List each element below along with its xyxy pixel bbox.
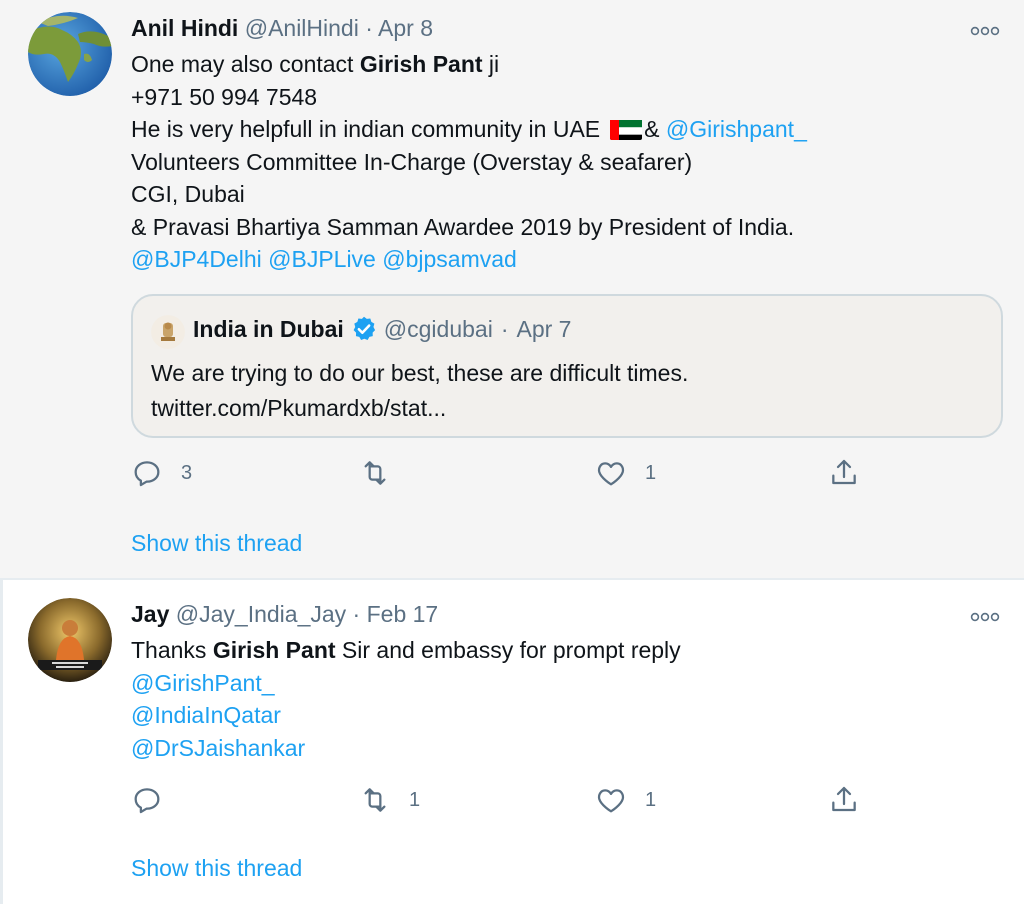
phone-number: +971 50 994 7548: [131, 83, 318, 110]
retweet-button[interactable]: [359, 453, 409, 493]
highlight-girish-pant: Girish Pant: [359, 51, 483, 77]
tweet-header: Jay @Jay_India_Jay · Feb 17: [131, 599, 438, 629]
more-dots-icon: [970, 612, 1000, 622]
mention-girishpant[interactable]: @Girishpant_: [666, 116, 807, 142]
verified-badge-icon: [350, 315, 378, 343]
tweet-actions: 3 1: [131, 453, 871, 493]
reply-button[interactable]: 3: [131, 453, 192, 493]
quote-author-name[interactable]: India in Dubai: [193, 314, 344, 344]
tweet-actions: 1 1: [131, 780, 871, 820]
tweet-date[interactable]: Feb 17: [367, 601, 439, 627]
text: Sir and embassy for prompt reply: [335, 637, 681, 663]
quote-link[interactable]: twitter.com/Pkumardxb/stat...: [151, 391, 688, 426]
quote-text: We are trying to do our best, these are …: [151, 360, 689, 386]
author-handle[interactable]: @AnilHindi: [245, 15, 359, 41]
tweet-body: Thanks Girish Pant Sir and embassy for p…: [131, 634, 681, 764]
tweet-line: He is very helpfull in indian community …: [131, 113, 807, 146]
more-button[interactable]: [970, 610, 1000, 622]
author-name[interactable]: Anil Hindi: [131, 15, 238, 41]
mention-drsjaishankar[interactable]: @DrSJaishankar: [131, 732, 681, 765]
retweet-icon: [364, 461, 386, 485]
quote-body: We are trying to do our best, these are …: [151, 356, 688, 426]
mention-bjpsamvad[interactable]: @bjpsamvad: [382, 246, 517, 272]
quote-date[interactable]: Apr 7: [516, 314, 571, 344]
share-icon: [832, 786, 856, 812]
mention-indiainqatar[interactable]: @IndiaInQatar: [131, 699, 681, 732]
text: He is very helpfull in indian community …: [131, 116, 601, 142]
more-dots-icon: [970, 26, 1000, 36]
like-count: 1: [645, 788, 657, 811]
avatar[interactable]: [28, 12, 112, 96]
retweet-button[interactable]: 1: [359, 780, 420, 820]
globe-avatar-icon: [28, 12, 112, 96]
text: ji: [482, 51, 500, 77]
heart-icon: [597, 462, 625, 486]
left-border: [0, 580, 3, 904]
separator: ·: [352, 601, 361, 627]
like-button[interactable]: 1: [595, 453, 656, 493]
mention-bjplive[interactable]: @BJPLive: [268, 246, 376, 272]
quote-author-handle[interactable]: @cgidubai: [384, 314, 493, 344]
reply-count: 3: [181, 461, 193, 484]
mentions-line: @BJP4Delhi @BJPLive @bjpsamvad: [131, 243, 807, 276]
like-button[interactable]: 1: [595, 780, 656, 820]
share-icon: [832, 459, 856, 485]
avatar[interactable]: [28, 598, 112, 682]
tweet-line: Thanks Girish Pant Sir and embassy for p…: [131, 634, 681, 667]
share-button[interactable]: [828, 780, 860, 820]
more-button[interactable]: [970, 24, 1000, 36]
tweet-anil-hindi[interactable]: Anil Hindi @AnilHindi · Apr 8 One may al…: [0, 0, 1024, 579]
text: &: [644, 116, 666, 142]
retweet-icon: [364, 788, 386, 812]
text: One may also contact: [131, 51, 360, 77]
tweet-line: CGI, Dubai: [131, 181, 245, 207]
mention-girishpant[interactable]: @GirishPant_: [131, 667, 681, 700]
reply-button[interactable]: [131, 780, 181, 820]
separator: ·: [500, 316, 509, 342]
tweet-line: One may also contact Girish Pant ji: [131, 48, 807, 81]
emblem-avatar-icon: [151, 315, 185, 349]
highlight-girish-pant: Girish Pant: [212, 637, 336, 663]
like-count: 1: [645, 461, 657, 484]
reply-icon: [134, 788, 160, 814]
reply-icon: [134, 461, 160, 487]
text: Thanks: [131, 637, 213, 663]
share-button[interactable]: [828, 453, 860, 493]
tweet-body: One may also contact Girish Pant ji +971…: [131, 48, 807, 276]
heart-icon: [597, 789, 625, 813]
separator: ·: [365, 15, 373, 41]
author-handle[interactable]: @Jay_India_Jay: [176, 601, 346, 627]
mention-bjp4delhi[interactable]: @BJP4Delhi: [131, 246, 262, 272]
quote-header: India in Dubai @cgidubai · Apr 7: [193, 314, 571, 344]
quoted-tweet[interactable]: India in Dubai @cgidubai · Apr 7 We are …: [131, 294, 1003, 438]
quote-avatar[interactable]: [151, 315, 185, 349]
show-thread-link[interactable]: Show this thread: [131, 528, 302, 558]
tweet-header: Anil Hindi @AnilHindi · Apr 8: [131, 13, 433, 43]
tweet-line: & Pravasi Bhartiya Samman Awardee 2019 b…: [131, 213, 795, 240]
uae-flag-icon: [610, 118, 643, 140]
retweet-count: 1: [409, 788, 421, 811]
tweet-date[interactable]: Apr 8: [378, 15, 433, 41]
author-name[interactable]: Jay: [131, 601, 169, 627]
tweet-line: Volunteers Committee In-Charge (Overstay…: [131, 148, 693, 175]
show-thread-link[interactable]: Show this thread: [131, 853, 302, 883]
monk-avatar-icon: [28, 598, 112, 682]
